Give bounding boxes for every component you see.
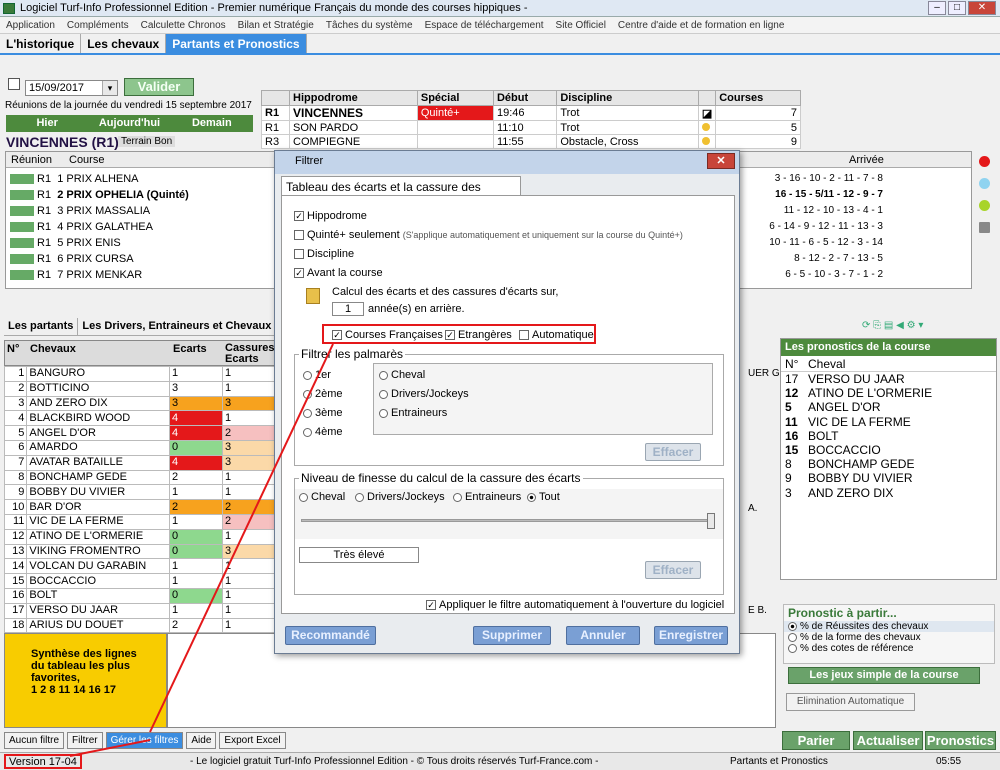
arrow-line [69, 739, 151, 757]
annotation-arrows [69, 343, 334, 757]
arrow-line [149, 343, 334, 733]
